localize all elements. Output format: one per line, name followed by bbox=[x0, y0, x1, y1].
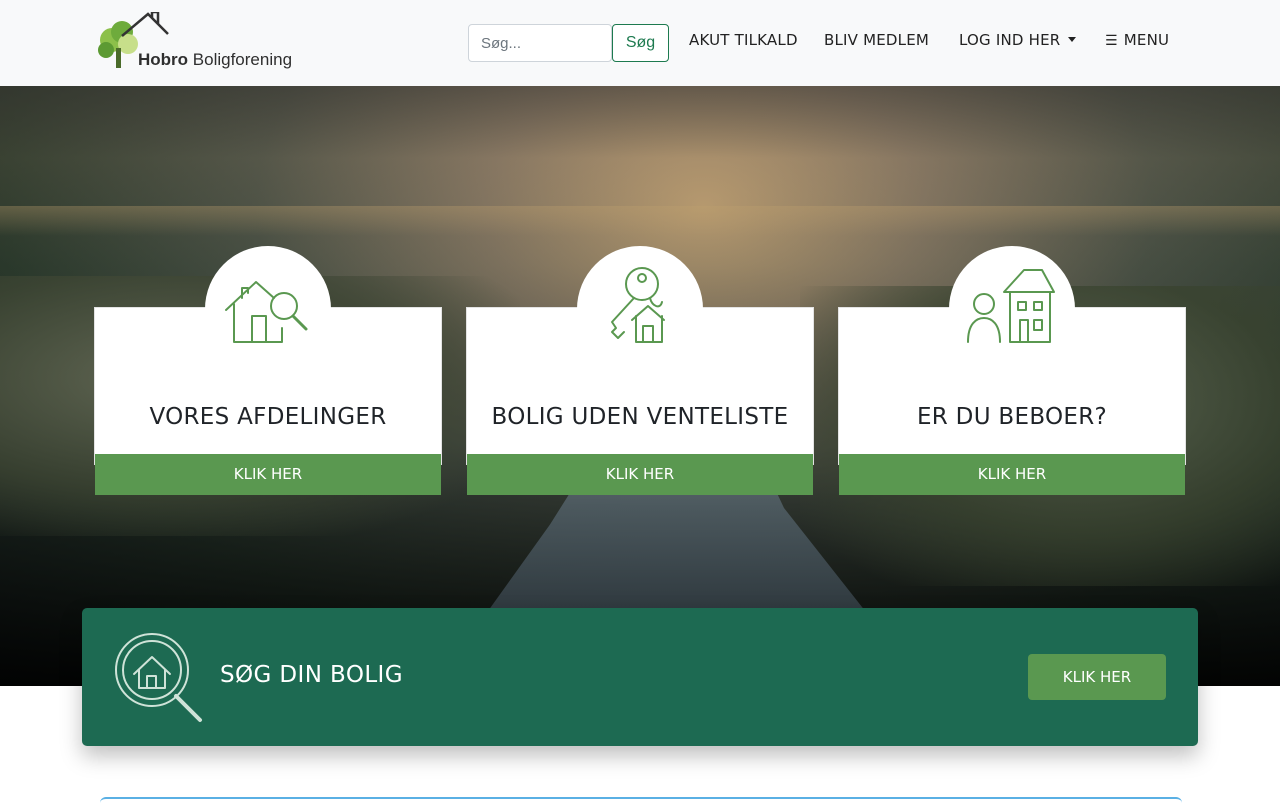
nav-akut-tilkald[interactable]: AKUT TILKALD bbox=[689, 31, 798, 49]
banner-title: SØG DIN BOLIG bbox=[220, 662, 403, 688]
nav-bliv-medlem[interactable]: BLIV MEDLEM bbox=[824, 31, 929, 49]
site-logo[interactable]: Hobro Boligforening bbox=[94, 12, 304, 74]
house-search-icon bbox=[225, 281, 308, 343]
hero-horizon bbox=[0, 206, 1280, 236]
nav-menu-label: MENU bbox=[1123, 31, 1170, 49]
logo-name-bold: Hobro bbox=[138, 50, 189, 69]
nav-log-ind-dropdown[interactable]: LOG IND HER bbox=[959, 31, 1077, 49]
card-title: BOLIG UDEN VENTELISTE bbox=[491, 404, 789, 430]
card-title: ER DU BEBOER? bbox=[916, 404, 1108, 430]
search-input[interactable] bbox=[468, 24, 612, 62]
hamburger-menu-icon: ☰ bbox=[1105, 33, 1118, 49]
nav-log-ind-label: LOG IND HER bbox=[959, 31, 1061, 49]
hero-section: VORES AFDELINGER KLIK HER BOLIG UDEN VEN… bbox=[0, 86, 1280, 686]
search-button[interactable]: Søg bbox=[612, 24, 669, 62]
card-button-klik-her[interactable]: KLIK HER bbox=[839, 454, 1185, 495]
chevron-down-icon bbox=[1068, 37, 1077, 42]
logo-name-rest: Boligforening bbox=[192, 50, 293, 69]
site-header: Hobro Boligforening Søg AKUT TILKALD BLI… bbox=[0, 0, 1280, 86]
card-title: VORES AFDELINGER bbox=[149, 404, 387, 430]
key-house-icon bbox=[611, 267, 665, 343]
nav-menu-button[interactable]: ☰ MENU bbox=[1105, 31, 1169, 49]
next-section-edge bbox=[100, 797, 1182, 803]
banner-button-klik-her[interactable]: KLIK HER bbox=[1028, 654, 1166, 700]
card-button-klik-her[interactable]: KLIK HER bbox=[95, 454, 441, 495]
search-home-banner: SØG DIN BOLIG KLIK HER bbox=[82, 608, 1198, 746]
magnifier-house-icon bbox=[115, 633, 202, 722]
resident-house-icon bbox=[967, 269, 1055, 343]
card-button-klik-her[interactable]: KLIK HER bbox=[467, 454, 813, 495]
